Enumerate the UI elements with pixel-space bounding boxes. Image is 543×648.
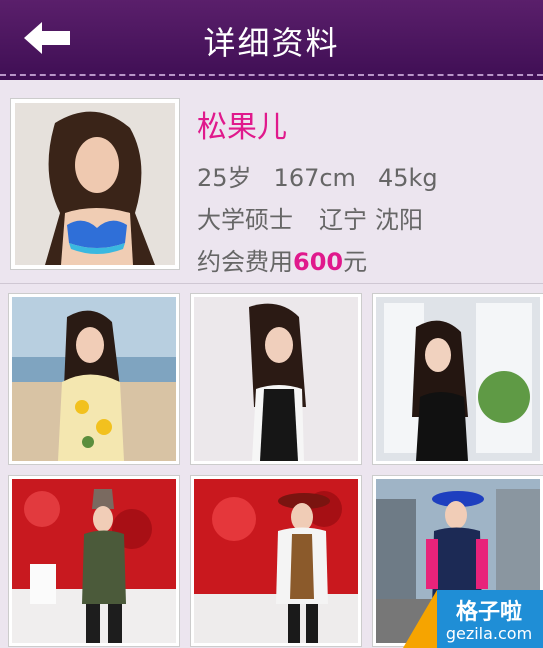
- profile-height: 167cm: [273, 164, 356, 192]
- gallery-photo-5[interactable]: [190, 475, 362, 647]
- watermark-triangle: [403, 590, 437, 648]
- fee-label: 约会费用: [197, 248, 293, 276]
- profile-province: 辽宁: [319, 206, 367, 234]
- gallery-photo-1[interactable]: [8, 293, 180, 465]
- gallery-photo-4[interactable]: [8, 475, 180, 647]
- watermark-cn: 格子啦: [455, 600, 522, 625]
- profile-education: 大学硕士: [197, 206, 293, 234]
- fee-unit: 元: [343, 248, 368, 276]
- profile-weight: 45kg: [377, 164, 438, 192]
- profile-age: 25岁: [197, 164, 252, 192]
- profile-name: 松果儿: [197, 110, 287, 145]
- fee-value: 600: [293, 248, 344, 276]
- avatar[interactable]: [10, 98, 180, 270]
- section-divider: [0, 283, 543, 284]
- profile-card: 松果儿 25岁 167cm 45kg 大学硕士 辽宁 沈阳 约会费用600元: [0, 80, 543, 284]
- profile-fee: 约会费用600元: [197, 242, 367, 277]
- profile-city: 沈阳: [375, 206, 423, 234]
- gallery-photo-2[interactable]: [190, 293, 362, 465]
- watermark: 格子啦 gezila.com: [403, 590, 543, 648]
- gallery-photo-3[interactable]: [372, 293, 543, 465]
- page-title: 详细资料: [203, 24, 340, 62]
- profile-stats: 25岁 167cm 45kg: [197, 158, 460, 193]
- watermark-en: gezila.com: [445, 624, 533, 643]
- profile-details: 大学硕士 辽宁 沈阳: [197, 200, 449, 235]
- avatar-photo: [15, 103, 175, 265]
- header-bar: 详细资料: [0, 0, 543, 80]
